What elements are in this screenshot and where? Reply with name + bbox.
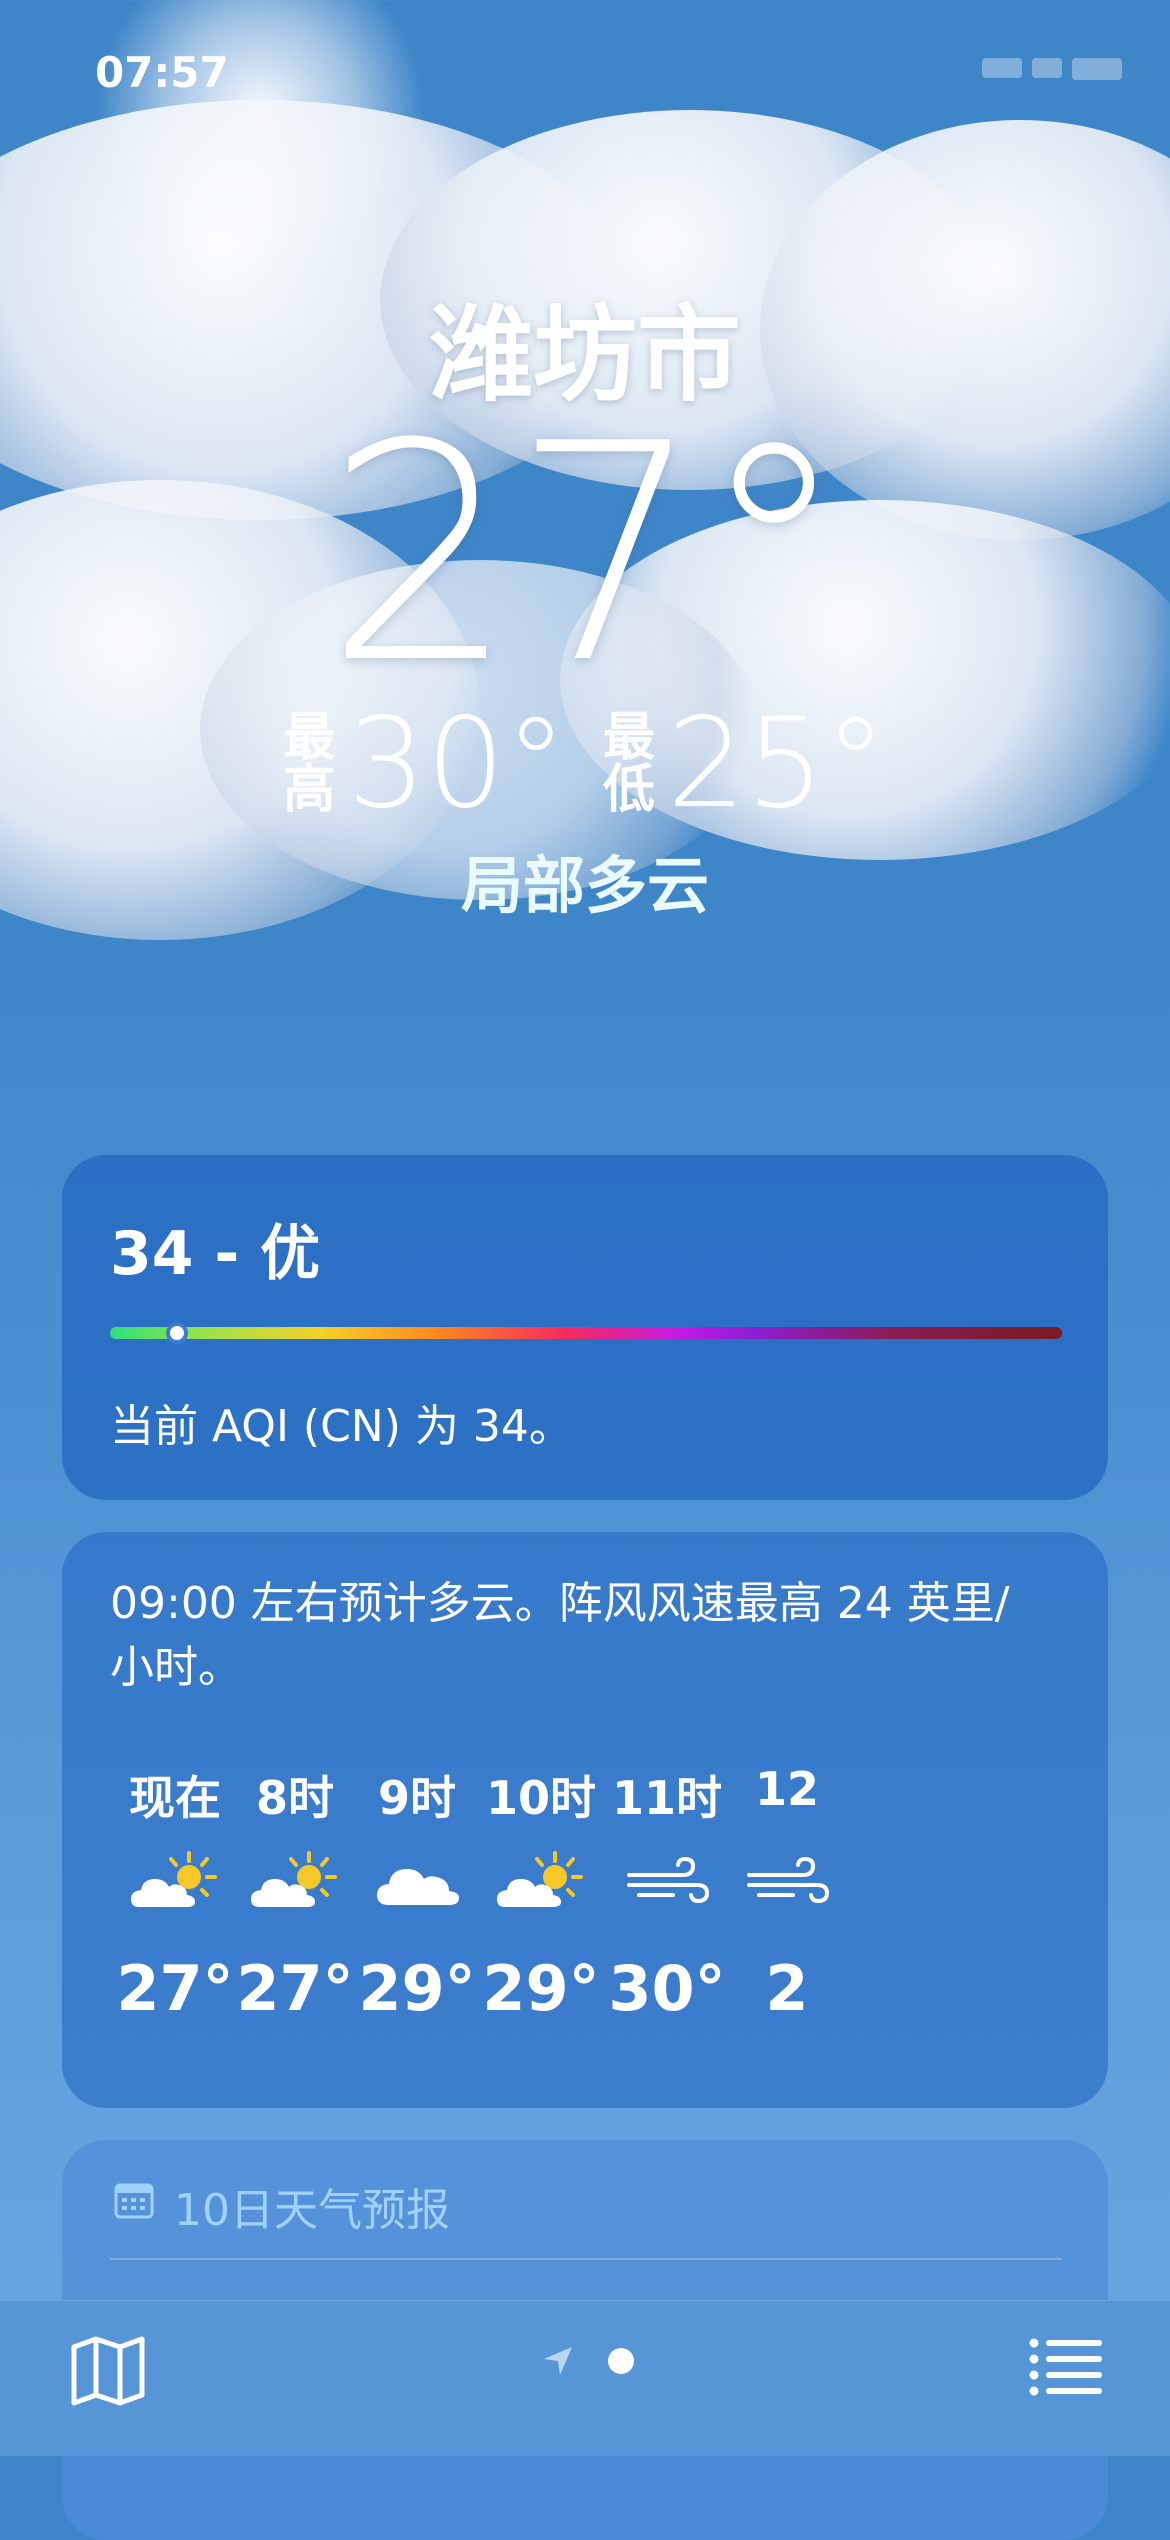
page-dot-icon — [608, 2348, 634, 2374]
hourly-scroll[interactable]: 现在 27° 8时 27° 9时 29° 10时 29° 11时 30° 12 2 — [62, 1762, 1108, 2052]
hour-temperature: 2 — [765, 1952, 809, 2025]
aqi-title: 34 - 优 — [110, 1219, 321, 1289]
low-temperature: 25° — [667, 692, 887, 836]
aqi-card[interactable]: 34 - 优 当前 AQI (CN) 为 34。 — [62, 1155, 1108, 1500]
low-temperature-group: 最低 25° — [603, 692, 887, 836]
list-button[interactable] — [1028, 2335, 1104, 2403]
low-label: 最低 — [603, 708, 656, 820]
forecast-title: 10日天气预报 — [174, 2185, 450, 2236]
map-button[interactable] — [68, 2331, 148, 2415]
hour-column: 12 2 — [712, 1762, 862, 2025]
high-temperature: 30° — [347, 692, 567, 836]
hourly-forecast-card[interactable]: 09:00 左右预计多云。阵风风速最高 24 英里/小时。 现在 27° 8时 27°… — [62, 1532, 1108, 2108]
hourly-summary: 09:00 左右预计多云。阵风风速最高 24 英里/小时。 — [110, 1578, 1010, 1693]
high-label: 最高 — [283, 708, 336, 820]
calendar-icon — [112, 2179, 156, 2234]
battery-icon — [1072, 58, 1122, 80]
hour-label: 12 — [754, 1762, 819, 1816]
weather-condition: 局部多云 — [460, 849, 709, 922]
status-icons — [982, 58, 1122, 80]
list-icon — [1029, 2338, 1102, 2396]
page-indicator[interactable] — [540, 2343, 634, 2379]
signal-icon — [982, 58, 1022, 78]
aqi-description: 当前 AQI (CN) 为 34。 — [110, 1401, 573, 1452]
forecast-header: 10日天气预报 — [112, 2174, 450, 2238]
wifi-icon — [1032, 58, 1062, 78]
aqi-gradient-bar — [110, 1327, 1062, 1339]
wind-icon — [712, 1822, 862, 1942]
bottom-toolbar — [0, 2300, 1170, 2456]
map-icon — [71, 2336, 145, 2406]
high-temperature-group: 最高 30° — [283, 692, 567, 836]
status-time: 07:57 — [95, 48, 229, 97]
forecast-divider — [110, 2258, 1062, 2260]
location-arrow-icon — [544, 2347, 572, 2375]
high-low-temperatures: 最高 30° 最低 25° — [0, 692, 1170, 836]
current-temperature: 27° — [325, 380, 849, 729]
aqi-indicator-dot — [165, 1322, 188, 1344]
